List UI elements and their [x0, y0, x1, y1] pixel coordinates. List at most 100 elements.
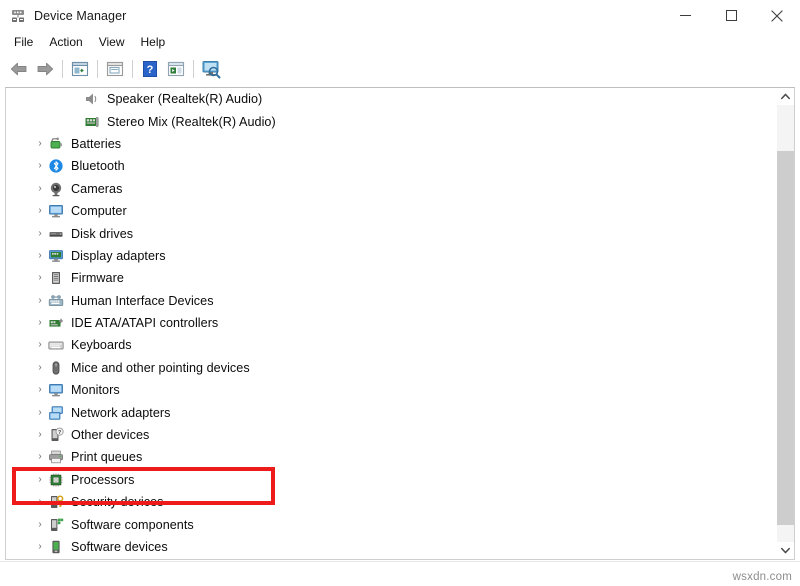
keyboard-icon	[48, 337, 64, 353]
watermark: wsxdn.com	[733, 571, 792, 583]
tree-item[interactable]: › Keyboards	[6, 334, 777, 356]
help-question-icon: ?	[141, 60, 159, 78]
scrollbar-down-button[interactable]	[777, 542, 794, 559]
toolbar-separator-3	[132, 60, 133, 78]
close-button[interactable]	[754, 0, 800, 31]
scrollbar-track-bottom[interactable]	[777, 525, 794, 542]
tree-item[interactable]: › Display adapters	[6, 245, 777, 267]
chevron-right-icon[interactable]: ›	[32, 161, 48, 171]
tree-item[interactable]: ›Network adapters	[6, 401, 777, 423]
tree-item[interactable]: › Print queues	[6, 446, 777, 468]
tree-item[interactable]: ›Security devices	[6, 491, 777, 513]
tree-item[interactable]: ›Disk drives	[6, 222, 777, 244]
menu-action[interactable]: Action	[41, 33, 90, 51]
tree-item-label: Bluetooth	[71, 159, 125, 173]
chevron-right-icon[interactable]: ›	[32, 430, 48, 440]
tree-item-label: Stereo Mix (Realtek(R) Audio)	[107, 115, 276, 129]
scan-hardware-icon	[166, 60, 186, 78]
tree-item-label: Cameras	[71, 182, 122, 196]
bottom-bar	[0, 561, 800, 586]
tree-item[interactable]: › Cameras	[6, 178, 777, 200]
chevron-right-icon[interactable]: ›	[32, 273, 48, 283]
forward-button[interactable]	[32, 57, 58, 81]
chevron-right-icon[interactable]: ›	[32, 139, 48, 149]
bluetooth-icon	[48, 158, 64, 174]
chevron-right-icon[interactable]: ›	[32, 497, 48, 507]
title-bar: Device Manager	[0, 0, 800, 31]
sound-card-icon	[84, 114, 100, 130]
menu-file[interactable]: File	[6, 33, 41, 51]
menu-view[interactable]: View	[91, 33, 133, 51]
chevron-right-icon[interactable]: ›	[32, 385, 48, 395]
scan-hardware-button[interactable]	[163, 57, 189, 81]
show-hidden-devices-button[interactable]	[198, 57, 224, 81]
chevron-right-icon[interactable]: ›	[32, 184, 48, 194]
hid-icon	[48, 293, 64, 309]
tree-item[interactable]: ›Sound, video and game controllers	[6, 558, 777, 559]
monitor-search-icon	[200, 59, 222, 79]
tree-item-label: Display adapters	[71, 249, 166, 263]
display-adapter-icon	[48, 248, 64, 264]
chevron-right-icon[interactable]: ›	[32, 340, 48, 350]
chevron-right-icon[interactable]: ›	[32, 296, 48, 306]
chevron-right-icon[interactable]: ›	[32, 206, 48, 216]
tree-item-label: Batteries	[71, 137, 121, 151]
forward-arrow-icon	[35, 61, 55, 77]
minimize-button[interactable]	[662, 0, 708, 31]
chevron-up-icon	[781, 93, 790, 100]
chevron-right-icon[interactable]: ›	[32, 408, 48, 418]
tree-item[interactable]: Speaker (Realtek(R) Audio)	[6, 88, 777, 110]
scrollbar-track-top[interactable]	[777, 105, 794, 151]
chevron-right-icon[interactable]: ›	[32, 229, 48, 239]
chevron-right-icon[interactable]: ›	[32, 475, 48, 485]
tree-item-label: Computer	[71, 204, 127, 218]
tree-item-label: Processors	[71, 473, 135, 487]
chevron-right-icon[interactable]: ›	[32, 452, 48, 462]
chevron-right-icon[interactable]: ›	[32, 363, 48, 373]
svg-text:?: ?	[58, 430, 61, 436]
chevron-right-icon[interactable]: ›	[32, 251, 48, 261]
network-adapter-icon	[48, 405, 64, 421]
printer-icon	[48, 449, 64, 465]
back-button[interactable]	[6, 57, 32, 81]
update-driver-icon	[105, 60, 125, 78]
tree-item-label: Print queues	[71, 450, 142, 464]
chevron-right-icon[interactable]: ›	[32, 520, 48, 530]
security-device-icon	[48, 494, 64, 510]
tree-item[interactable]: ›?Other devices	[6, 424, 777, 446]
vertical-scrollbar[interactable]	[776, 88, 794, 559]
scrollbar-up-button[interactable]	[777, 88, 794, 105]
menu-bar: File Action View Help	[0, 31, 800, 53]
scrollbar-thumb[interactable]	[777, 151, 794, 525]
back-arrow-icon	[9, 61, 29, 77]
tree-item[interactable]: ›Software devices	[6, 536, 777, 558]
firmware-icon	[48, 270, 64, 286]
properties-button[interactable]	[67, 57, 93, 81]
tree-item-label: Speaker (Realtek(R) Audio)	[107, 92, 262, 106]
window-title: Device Manager	[34, 9, 126, 23]
tree-item[interactable]: ›Software components	[6, 513, 777, 535]
tree-item[interactable]: Stereo Mix (Realtek(R) Audio)	[6, 110, 777, 132]
camera-icon	[48, 181, 64, 197]
tree-item[interactable]: ›Human Interface Devices	[6, 290, 777, 312]
maximize-button[interactable]	[708, 0, 754, 31]
tree-item[interactable]: › Batteries	[6, 133, 777, 155]
device-tree[interactable]: Speaker (Realtek(R) Audio) Stereo Mix (Re…	[6, 88, 777, 559]
chevron-right-icon[interactable]: ›	[32, 542, 48, 552]
tree-item-label: Keyboards	[71, 338, 132, 352]
menu-help[interactable]: Help	[133, 33, 174, 51]
tree-item[interactable]: ›Firmware	[6, 267, 777, 289]
help-button[interactable]: ?	[137, 57, 163, 81]
chevron-right-icon[interactable]: ›	[32, 318, 48, 328]
tree-item[interactable]: ›Mice and other pointing devices	[6, 357, 777, 379]
device-manager-icon	[10, 8, 26, 24]
maximize-icon	[726, 10, 737, 21]
tree-item[interactable]: › Monitors	[6, 379, 777, 401]
update-driver-button[interactable]	[102, 57, 128, 81]
tree-item[interactable]: › Computer	[6, 200, 777, 222]
tree-item[interactable]: › Bluetooth	[6, 155, 777, 177]
tree-item[interactable]: ›IDE ATA/ATAPI controllers	[6, 312, 777, 334]
close-icon	[771, 10, 783, 22]
tree-item-label: Monitors	[71, 383, 120, 397]
tree-item[interactable]: › Processors	[6, 469, 777, 491]
